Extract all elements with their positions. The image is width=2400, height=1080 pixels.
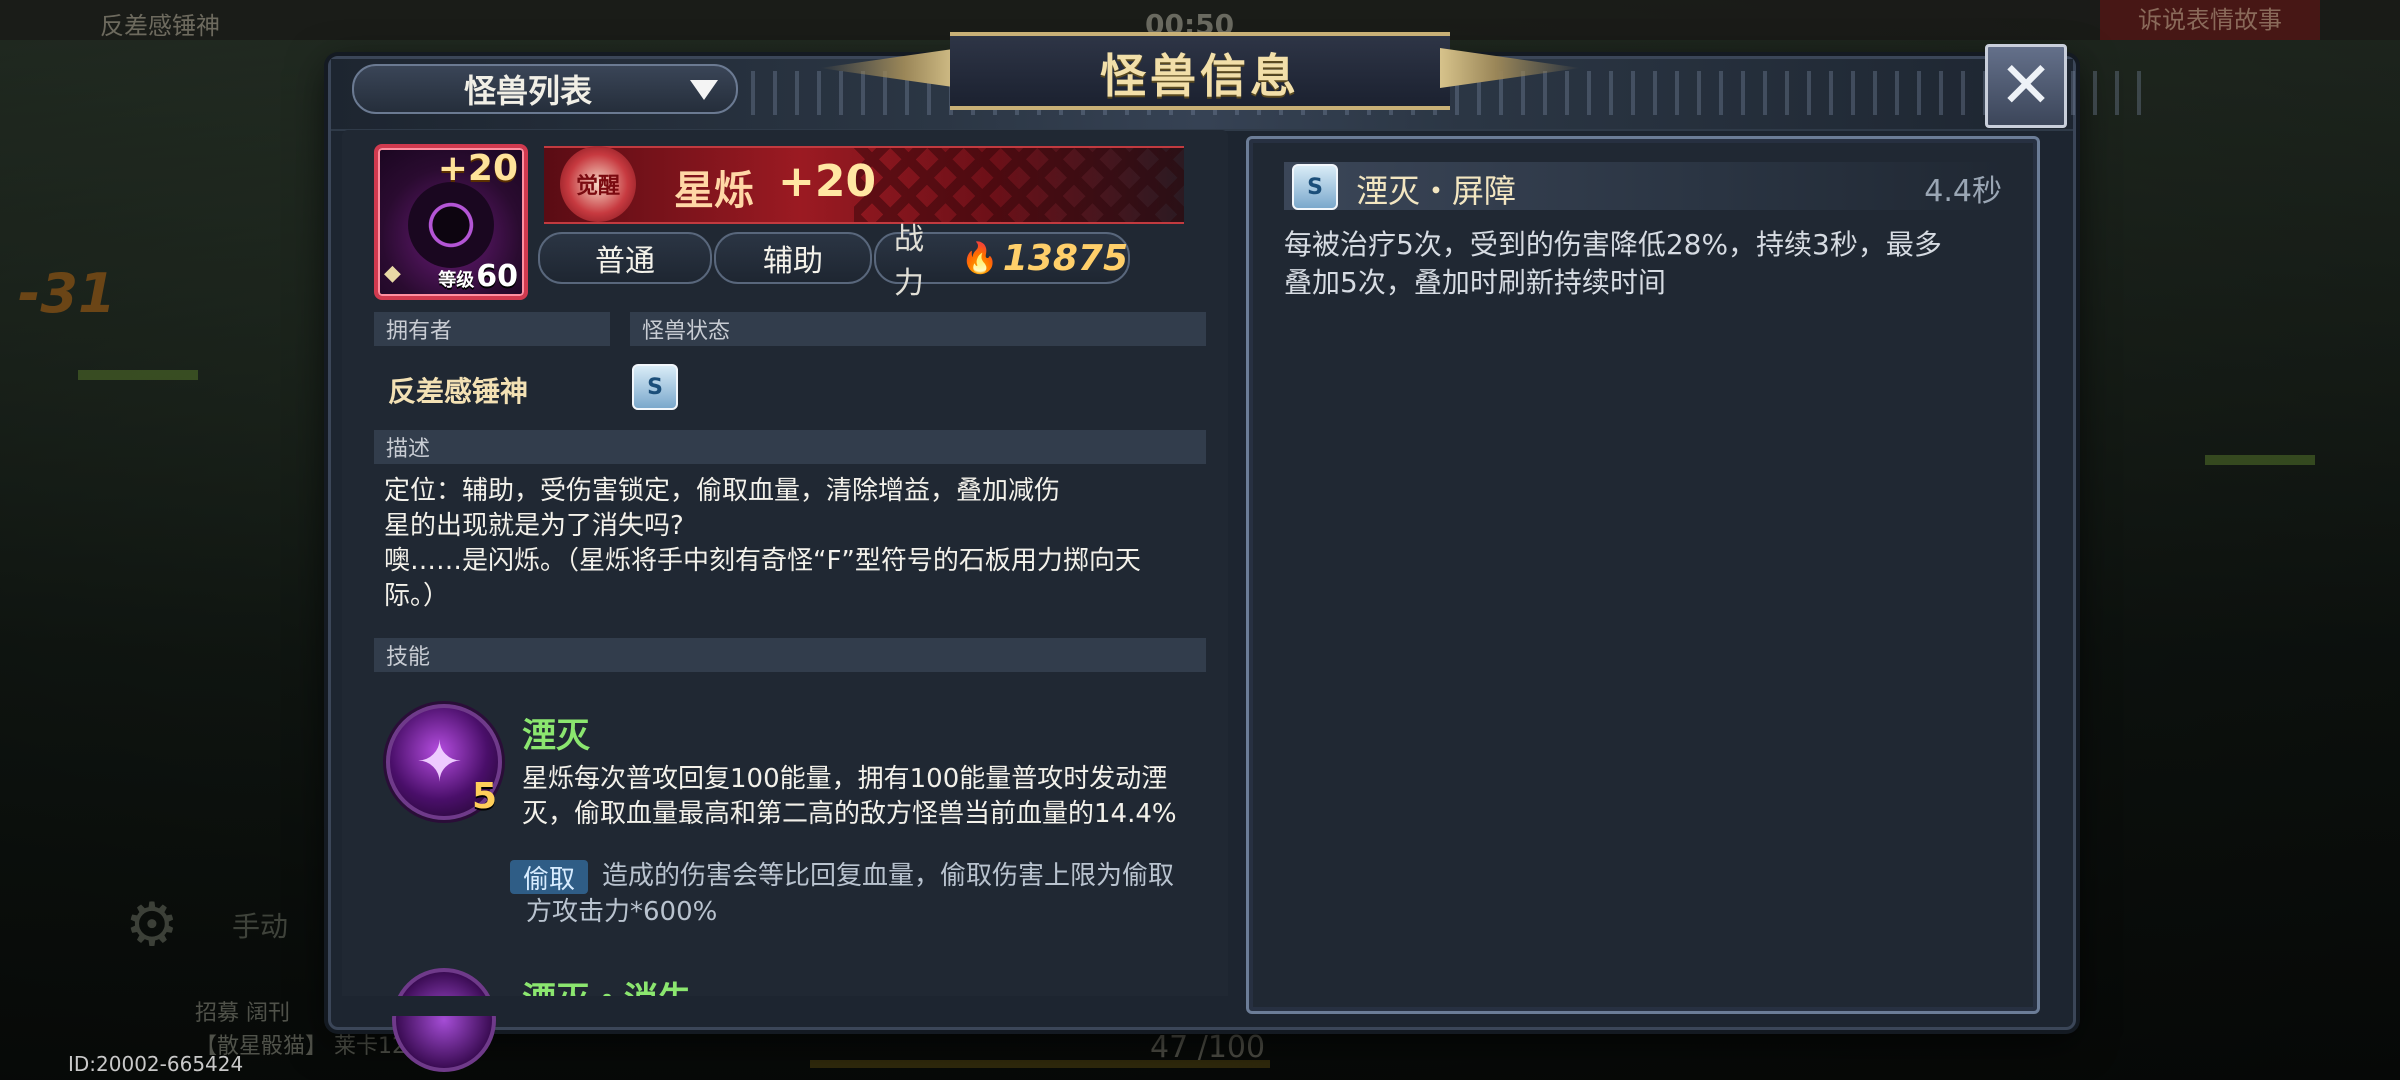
left-hp-bar: [78, 370, 198, 380]
energy-readout: 47 /100: [1150, 1030, 1266, 1065]
status-header-label: 怪兽状态: [642, 319, 731, 344]
description-line: 际。）: [384, 581, 450, 611]
shield-status-icon[interactable]: S: [632, 364, 678, 410]
portrait-level: 等级60: [438, 259, 518, 294]
skill-vanish-icon[interactable]: [392, 968, 496, 1072]
monster-description: 定位：辅助，受伤害锁定，偷取血量，清除增益，叠加减伤 星的出现就是为了消失吗? …: [384, 474, 1214, 614]
scroll-clip: [342, 996, 1228, 1016]
buff-description: 每被治疗5次，受到的伤害降低28%，持续3秒，最多 叠加5次，叠加时刷新持续时间: [1284, 226, 2014, 302]
skill-name: 湮灭: [522, 716, 590, 756]
description-section-header: 描述: [374, 430, 1206, 464]
monster-portrait[interactable]: +20 ◆ 等级60: [374, 144, 528, 300]
power-value: 13875: [1002, 237, 1128, 279]
right-player-name: 诉说表情故事: [2100, 0, 2320, 40]
star-icon: ◆: [384, 261, 401, 286]
steal-keyword-tag: 偷取: [510, 860, 588, 895]
monster-plus-level: +20: [778, 156, 877, 207]
steal-keyword-label: 偷取: [522, 864, 575, 895]
rarity-tag: 普通: [538, 232, 712, 284]
skill-section-header: 技能: [374, 638, 1206, 672]
description-line: 定位：辅助，受伤害锁定，偷取血量，清除增益，叠加减伤: [384, 476, 1061, 506]
buff-description-line: 每被治疗5次，受到的伤害降低28%，持续3秒，最多: [1284, 228, 1942, 261]
claw-icon: ✦: [416, 730, 463, 795]
steal-description-line: 方攻击力*600%: [526, 897, 718, 927]
monster-name: 星烁: [674, 168, 754, 214]
portrait-plus-badge: +20: [437, 148, 518, 189]
flame-icon: 🔥: [961, 240, 999, 276]
rarity-tag-label: 普通: [595, 244, 655, 279]
description-line: 噢……是闪烁。（星烁将手中刻有奇怪“F”型符号的石板用力掷向天: [384, 546, 1141, 576]
role-tag: 辅助: [714, 232, 872, 284]
power-label: 战力: [894, 222, 924, 301]
title-plate: 怪兽信息: [820, 22, 1450, 118]
shield-buff-icon: S: [1292, 164, 1338, 210]
auto-mode-label[interactable]: 手动: [232, 905, 288, 945]
chevron-down-icon: [690, 80, 718, 100]
owner-header-label: 拥有者: [386, 319, 453, 344]
buff-duration: 4.4秒: [1924, 174, 2002, 209]
left-player-name: 反差感锤神: [100, 12, 220, 40]
skill-description: 星烁每次普攻回复100能量，拥有100能量普攻时发动湮 灭，偷取血量最高和第二高…: [522, 762, 1202, 832]
settings-gear-icon[interactable]: ⚙: [125, 890, 179, 960]
player-id: ID:20002-665424: [68, 1052, 244, 1076]
close-icon: ✕: [1999, 49, 2053, 123]
banner-pattern: [854, 148, 1184, 222]
description-header-label: 描述: [386, 437, 431, 462]
status-icon-glyph: S: [647, 374, 663, 400]
close-button[interactable]: ✕: [1985, 44, 2067, 128]
dropdown-label: 怪兽列表: [463, 72, 592, 110]
skill-description-line: 灭，偷取血量最高和第二高的敌方怪兽当前血量的14.4%: [522, 799, 1177, 829]
awaken-badge-icon: 觉醒: [560, 146, 636, 222]
right-hp-bar: [2205, 455, 2315, 465]
steal-description-line: 造成的伤害会等比回复血量，偷取伤害上限为偷取: [602, 861, 1175, 891]
status-section-header: 怪兽状态: [630, 312, 1206, 346]
buff-name: 湮灭・屏障: [1356, 172, 1517, 210]
role-tag-label: 辅助: [763, 244, 823, 279]
skill-header-label: 技能: [386, 645, 431, 670]
monster-portrait-image: [408, 182, 494, 268]
owner-section-header: 拥有者: [374, 312, 610, 346]
level-prefix: 等级: [438, 270, 475, 291]
power-display: 战力 🔥 13875: [874, 222, 1130, 301]
level-value: 60: [476, 259, 518, 294]
skill-description-line: 星烁每次普攻回复100能量，拥有100能量普攻时发动湮: [522, 764, 1168, 794]
monster-list-dropdown[interactable]: 怪兽列表: [352, 64, 738, 114]
page-title: 怪兽信息: [1100, 49, 1300, 103]
damage-number: -31: [18, 262, 116, 325]
steal-keyword-description: 造成的伤害会等比回复血量，偷取伤害上限为偷取 方攻击力*600%: [526, 858, 1206, 930]
owner-name: 反差感锤神: [388, 375, 529, 408]
chat-line-1: 招募 阔刊: [195, 1001, 290, 1026]
awaken-badge-label: 觉醒: [575, 174, 620, 199]
buff-description-line: 叠加5次，叠加时刷新持续时间: [1284, 266, 1666, 299]
description-line: 星的出现就是为了消失吗?: [384, 511, 684, 541]
buff-icon-glyph: S: [1307, 174, 1323, 200]
skill-level: 5: [472, 776, 498, 817]
